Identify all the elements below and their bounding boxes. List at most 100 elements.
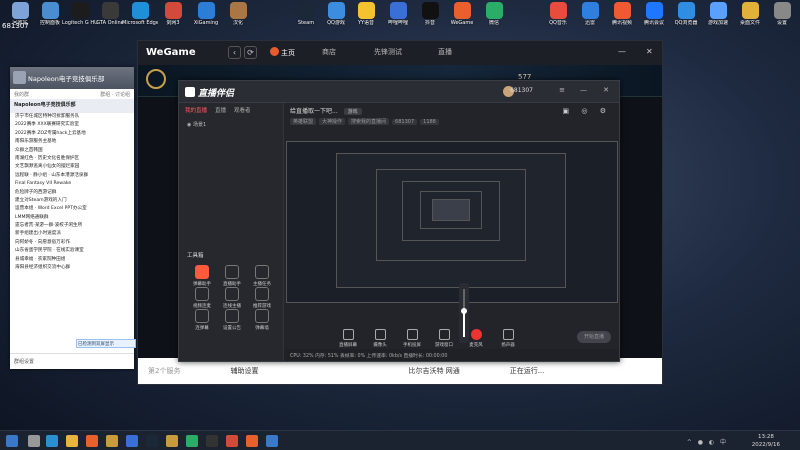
wegame-region[interactable]: 比尔吉沃特 网通 <box>398 366 469 376</box>
toolbox-item[interactable]: 连线主播 <box>219 287 245 309</box>
list-item[interactable]: 新手组建出小时速度派 <box>10 230 134 238</box>
list-item[interactable]: 众群之首韩国 <box>10 147 134 155</box>
live-title-input[interactable]: 给直播取一下吧... <box>290 108 338 115</box>
tab-home[interactable]: 主页 <box>270 47 295 58</box>
tab-store[interactable]: 商店 <box>322 47 336 57</box>
taskbar-app-icon[interactable] <box>28 435 40 447</box>
tag-chip[interactable]: 681307 <box>392 119 418 125</box>
desktop-icon[interactable]: QQ浏览器 <box>668 2 704 26</box>
camera-button[interactable]: 摄像头 <box>368 329 392 348</box>
desktop-icon[interactable]: 剑网3 <box>155 2 191 26</box>
toolbox-item[interactable]: 弹幕墙 <box>249 309 275 331</box>
list-item[interactable]: 建立对Steam游戏的入门 <box>10 197 134 205</box>
toolbox-item[interactable]: 连弹幕 <box>189 309 215 331</box>
minimize-icon[interactable]: — <box>618 47 626 56</box>
taskbar-app-icon[interactable] <box>206 435 218 447</box>
qq-active-group[interactable]: Napoleon电子竞技俱乐部 <box>10 99 134 113</box>
tab-live[interactable]: 直播 <box>438 47 452 57</box>
taskbar-app-icon[interactable] <box>226 435 238 447</box>
desktop-icon[interactable]: WeGame <box>444 2 480 26</box>
qq-sub-right[interactable]: 群组 · 讨论组 <box>100 91 130 98</box>
live-preview[interactable] <box>286 141 618 303</box>
tab-my-live[interactable]: 我的直播 <box>185 106 207 114</box>
tab-pioneer[interactable]: 先锋测试 <box>374 47 402 57</box>
list-item[interactable]: 南阳乐游服务主基地 <box>10 138 134 146</box>
list-item[interactable]: 运营本组 · Word Excel PPT办公室 <box>10 205 134 213</box>
list-item[interactable]: 向阿娇冬 · 向愿意宿万彩作 <box>10 239 134 247</box>
taskbar-clock[interactable]: 13:28 2022/9/16 <box>752 433 780 449</box>
tag-chip[interactable]: 英雄联盟 <box>290 118 317 125</box>
toolbox-item[interactable]: 设置公告 <box>219 309 245 331</box>
system-tray[interactable]: ^ ● ◐ 中 <box>687 437 728 446</box>
taskbar-app-icon[interactable] <box>146 435 158 447</box>
desktop-icon[interactable]: 游戏加速 <box>700 2 736 26</box>
start-icon[interactable] <box>6 435 18 447</box>
taskbar-app-icon[interactable] <box>126 435 138 447</box>
taskbar-app-icon[interactable] <box>166 435 178 447</box>
desktop-icon[interactable]: 桌面文件 <box>732 2 768 26</box>
list-item[interactable]: 2022赛季 XXX联赛研究实验室 <box>10 121 134 129</box>
toolbox-item[interactable]: 主播任务 <box>249 265 275 287</box>
taskbar-app-icon[interactable] <box>246 435 258 447</box>
taskbar-app-icon[interactable] <box>46 435 58 447</box>
list-item[interactable]: 远程联 · 静小组 · 山东本港源活泉群 <box>10 172 134 180</box>
desktop-icon[interactable]: 微信 <box>476 2 512 26</box>
taskbar-app-icon[interactable] <box>186 435 198 447</box>
list-item[interactable]: 海阳县经济组织交流中心群 <box>10 264 134 272</box>
back-icon[interactable]: ‹ <box>228 46 241 59</box>
game-window-button[interactable]: 游戏窗口 <box>432 329 456 348</box>
taskbar-app-icon[interactable] <box>106 435 118 447</box>
desktop-icon[interactable]: 抖音 <box>412 2 448 26</box>
close-icon[interactable]: ✕ <box>646 47 653 56</box>
taskbar-app-icon[interactable] <box>66 435 78 447</box>
desktop-icon[interactable]: XiGaming <box>188 2 224 26</box>
desktop-icon[interactable]: 汉化 <box>220 2 256 26</box>
refresh-icon[interactable]: ⟳ <box>244 46 257 59</box>
toolbox-item[interactable]: 弹幕助手 <box>189 265 215 287</box>
list-item[interactable]: 危险牌子的西游记群 <box>10 189 134 197</box>
wegame-assist-settings[interactable]: 辅助设置 <box>220 366 268 376</box>
qq-sub-left[interactable]: 我的群 <box>14 91 29 98</box>
phone-cast-button[interactable]: 手机投屏 <box>400 329 424 348</box>
live-category-select[interactable]: 游戏 <box>343 108 362 115</box>
tab-live[interactable]: 直播 <box>215 106 226 114</box>
qq-header[interactable]: Napoleon电子竞技俱乐部 <box>10 67 134 89</box>
list-item[interactable]: LMM网络通联群 <box>10 214 134 222</box>
desktop-icon[interactable]: QQ音乐 <box>540 2 576 26</box>
list-item[interactable]: 2022赛季 ZOZ专属hack上云基地 <box>10 130 134 138</box>
minimize-icon[interactable]: — <box>580 86 587 94</box>
desktop-icon[interactable]: 迅雷 <box>572 2 608 26</box>
desktop-icon[interactable]: 腾讯视频 <box>604 2 640 26</box>
start-live-button[interactable]: 开始直播 <box>577 331 611 343</box>
list-item[interactable]: Final Fantasy VII Rewake <box>10 180 134 188</box>
desktop-icon[interactable]: 设置 <box>764 2 800 26</box>
desktop-icon[interactable]: 腾讯会议 <box>636 2 672 26</box>
desktop-icon[interactable]: YY语音 <box>348 2 384 26</box>
scene-item[interactable]: ◉ 场景1 <box>179 117 283 132</box>
wegame-server-count[interactable]: 第2个服务 <box>138 366 190 376</box>
qq-avatar[interactable] <box>13 71 26 84</box>
qq-footer[interactable]: 群组设置 <box>10 353 134 369</box>
menu-icon[interactable]: ≡ <box>559 86 565 94</box>
tag-chip[interactable]: 1188 <box>420 119 439 125</box>
taskbar-app-icon[interactable] <box>86 435 98 447</box>
tag-chip[interactable]: 搜索我的直播间 <box>348 118 390 125</box>
taskbar-app-icon[interactable] <box>266 435 278 447</box>
live-tool-icons[interactable]: ▣ ◎ ⚙ <box>563 107 611 115</box>
toolbox-item[interactable]: 推荐游戏 <box>249 287 275 309</box>
close-icon[interactable]: ✕ <box>603 86 609 94</box>
list-item[interactable]: 济宁市任城区特种可拆卸服务队 <box>10 113 134 121</box>
screen-capture-button[interactable]: 直播屏幕 <box>336 329 360 348</box>
list-item[interactable]: 南湖红色 · 历史文化名胜保护区 <box>10 155 134 163</box>
toolbox-item[interactable]: 视频连麦 <box>189 287 215 309</box>
list-item[interactable]: 山东省蛋学民学院 · 在线实验课室 <box>10 247 134 255</box>
volume-slider[interactable] <box>459 283 469 343</box>
tag-chip[interactable]: 大神操作 <box>319 118 346 125</box>
list-item[interactable]: 县城幸福 · 农家院种田组 <box>10 256 134 264</box>
desktop-icon[interactable]: 哔哩哔哩 <box>380 2 416 26</box>
toolbox-item[interactable]: 直播助手 <box>219 265 245 287</box>
list-item[interactable]: 文艺飘渺逃离小仙女的摆烂家园 <box>10 163 134 171</box>
speaker-button[interactable]: 扬声器 <box>496 329 520 348</box>
list-item[interactable]: 遗忘者荒·某游一群·波校子闲生所 <box>10 222 134 230</box>
desktop-icon[interactable]: Microsoft Edge <box>122 2 158 26</box>
